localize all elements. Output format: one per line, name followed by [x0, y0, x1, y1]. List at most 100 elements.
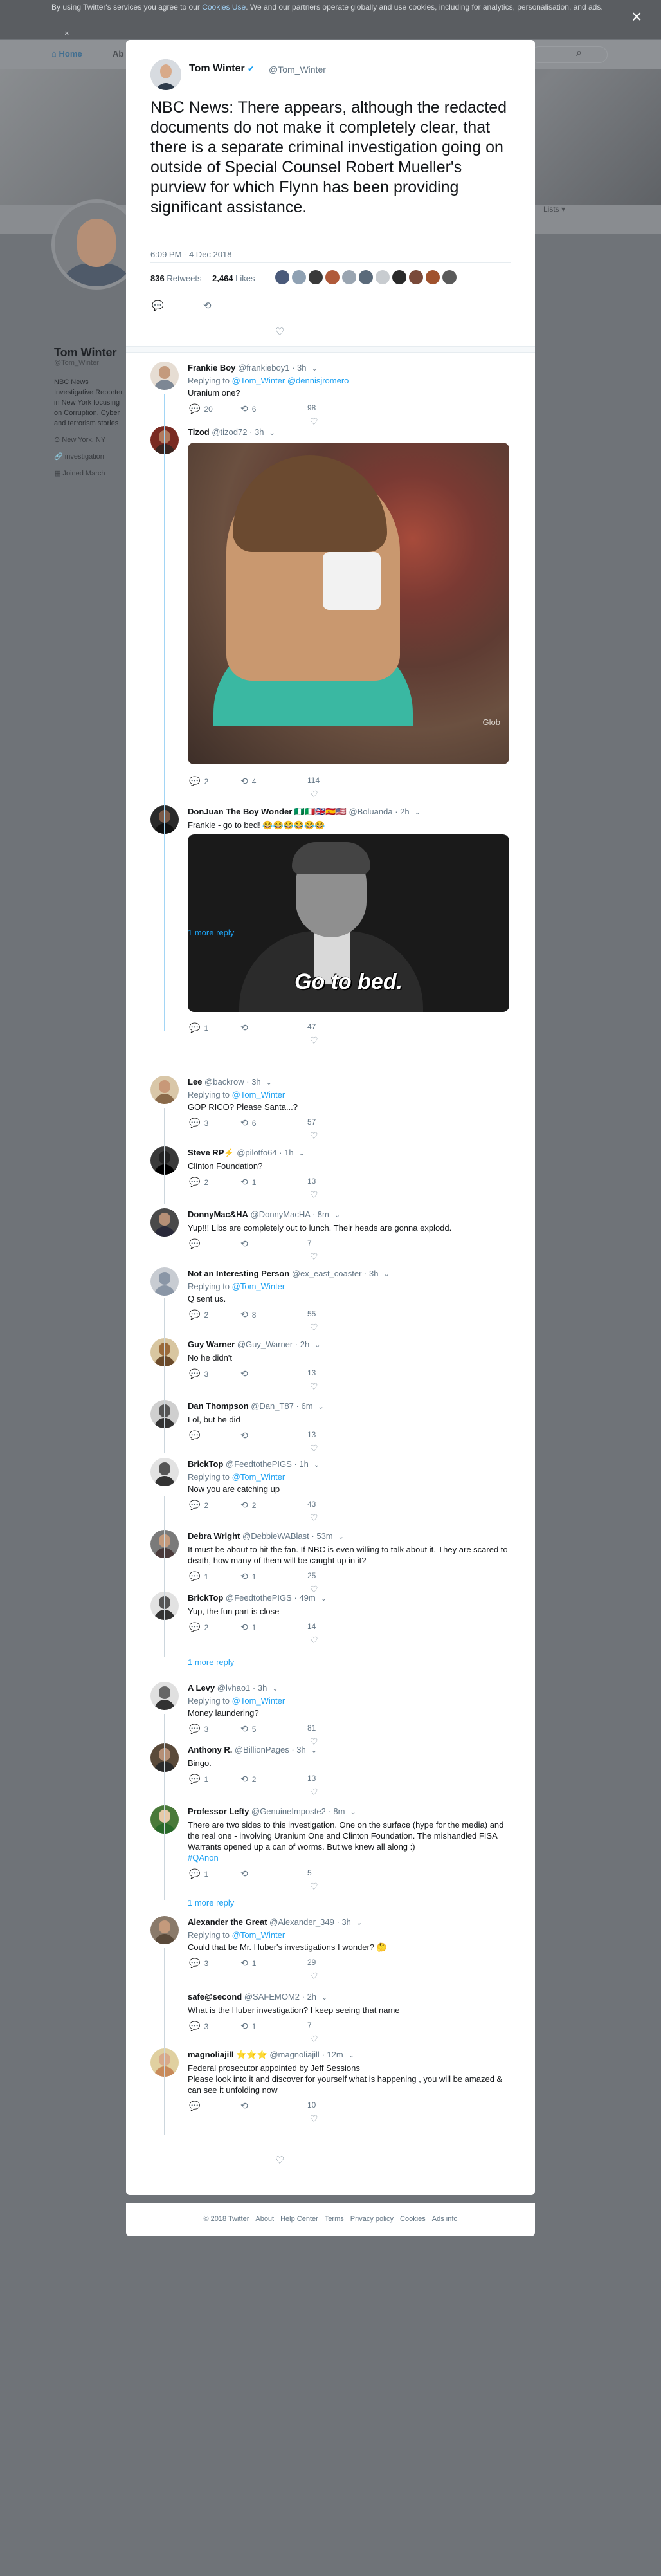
reply-author-name[interactable]: magnoliajill ⭐⭐⭐: [188, 2050, 267, 2059]
like-action[interactable]: 43: [307, 1500, 316, 1509]
liker-avatar[interactable]: [392, 270, 406, 284]
reply-author-handle[interactable]: @GenuineImposte2: [251, 1807, 326, 1816]
tweet-author-avatar[interactable]: [150, 59, 181, 90]
reply-time[interactable]: · 6m: [296, 1401, 313, 1411]
reply-author-name[interactable]: DonnyMac&HA: [188, 1210, 248, 1219]
liker-avatar[interactable]: [342, 270, 356, 284]
reply-time[interactable]: · 2h: [395, 807, 409, 816]
replying-to-link[interactable]: @Tom_Winter: [232, 1696, 285, 1706]
retweet-action[interactable]: ⟲: [240, 1238, 252, 1249]
retweet-action[interactable]: ⟲ 6: [240, 1118, 256, 1128]
reply-avatar[interactable]: [150, 1916, 179, 1944]
like-icon[interactable]: ♡: [310, 1881, 318, 1892]
reply-author-name[interactable]: safe@second: [188, 1992, 242, 2001]
reply-author-name[interactable]: Lee: [188, 1077, 202, 1087]
reply-author-handle[interactable]: @DebbieWABlast: [242, 1531, 309, 1541]
like-action[interactable]: 13: [307, 1368, 316, 1377]
like-icon[interactable]: ♡: [275, 326, 284, 338]
chevron-down-icon[interactable]: ⌄: [338, 1533, 344, 1541]
chevron-down-icon[interactable]: ⌄: [266, 1079, 272, 1087]
footer-link[interactable]: Help Center: [280, 2215, 318, 2223]
like-icon[interactable]: ♡: [310, 789, 318, 800]
replying-to-link[interactable]: @Tom_Winter: [232, 1090, 285, 1099]
reply-action[interactable]: 💬: [189, 1430, 204, 1441]
reply-time[interactable]: · 8m: [328, 1807, 345, 1816]
reply-author-handle[interactable]: @BillionPages: [235, 1745, 289, 1754]
more-replies-link[interactable]: 1 more reply: [188, 1898, 234, 1908]
reply-action[interactable]: 💬 3: [189, 1724, 208, 1734]
modal-close-icon[interactable]: ×: [631, 8, 642, 26]
chevron-down-icon[interactable]: ⌄: [350, 1808, 356, 1816]
like-action[interactable]: 29: [307, 1958, 316, 1967]
reply-author-name[interactable]: Professor Lefty: [188, 1807, 249, 1816]
retweet-action[interactable]: ⟲: [240, 2101, 252, 2111]
like-icon[interactable]: ♡: [310, 1635, 318, 1646]
reply-author-name[interactable]: DonJuan The Boy Wonder 🇳🇬🇮🇹🇬🇧🇪🇸🇺🇸: [188, 807, 347, 816]
like-action[interactable]: 47: [307, 1022, 316, 1031]
like-action[interactable]: 7: [307, 1238, 312, 1247]
reply-action[interactable]: 💬 2: [189, 1177, 208, 1188]
like-count[interactable]: 2,464 Likes: [212, 273, 255, 283]
retweet-action[interactable]: ⟲ 6: [240, 403, 256, 414]
reply-author-name[interactable]: Debra Wright: [188, 1531, 240, 1541]
chevron-down-icon[interactable]: ⌄: [415, 809, 421, 816]
retweet-action[interactable]: ⟲ 4: [240, 776, 256, 787]
like-action[interactable]: 81: [307, 1724, 316, 1733]
reply-avatar[interactable]: [150, 362, 179, 390]
reply-time[interactable]: · 53m: [311, 1531, 332, 1541]
like-action[interactable]: 98: [307, 403, 316, 412]
hashtag-link[interactable]: #QAnon: [188, 1853, 219, 1863]
liker-avatar[interactable]: [409, 270, 423, 284]
reply-action[interactable]: 💬 1: [189, 1022, 208, 1033]
reply-author-name[interactable]: Not an Interesting Person: [188, 1269, 289, 1278]
reply-author-handle[interactable]: @tizod72: [212, 427, 247, 437]
like-icon[interactable]: ♡: [310, 1787, 318, 1798]
liker-avatar[interactable]: [442, 270, 457, 284]
chevron-down-icon[interactable]: ⌄: [349, 2052, 354, 2059]
reply-icon[interactable]: 💬: [152, 300, 164, 311]
reply-time[interactable]: · 49m: [294, 1593, 315, 1603]
reply-action[interactable]: 💬 2: [189, 776, 208, 787]
reply-time[interactable]: · 3h: [291, 1745, 305, 1754]
reply-time[interactable]: · 1h: [294, 1459, 308, 1469]
more-replies-link[interactable]: 1 more reply: [188, 928, 234, 937]
reply-action[interactable]: 💬 1: [189, 1868, 208, 1879]
chevron-down-icon[interactable]: ⌄: [314, 1341, 320, 1349]
chevron-down-icon[interactable]: ⌄: [311, 365, 317, 373]
reply-action[interactable]: 💬 2: [189, 1622, 208, 1633]
reply-author-name[interactable]: Alexander the Great: [188, 1917, 267, 1927]
reply-action[interactable]: 💬 3: [189, 1118, 208, 1128]
like-action[interactable]: 13: [307, 1774, 316, 1783]
retweet-action[interactable]: ⟲ 1: [240, 2021, 256, 2032]
like-icon[interactable]: ♡: [310, 2034, 318, 2045]
replying-to-link[interactable]: @Tom_Winter: [232, 1282, 285, 1291]
reply-author-handle[interactable]: @Alexander_349: [269, 1917, 334, 1927]
reply-action[interactable]: 💬 2: [189, 1309, 208, 1320]
retweet-action[interactable]: ⟲ 2: [240, 1774, 256, 1785]
liker-avatar[interactable]: [426, 270, 440, 284]
retweet-action[interactable]: ⟲: [240, 1430, 252, 1441]
chevron-down-icon[interactable]: ⌄: [383, 1271, 389, 1278]
reply-author-name[interactable]: Steve RP⚡: [188, 1148, 235, 1157]
reply-author-handle[interactable]: @Dan_T87: [251, 1401, 294, 1411]
reply-time[interactable]: · 2h: [295, 1339, 309, 1349]
reply-author-handle[interactable]: @FeedtothePIGS: [226, 1593, 292, 1603]
like-action[interactable]: 14: [307, 1622, 316, 1631]
like-icon[interactable]: ♡: [310, 1443, 318, 1454]
reply-time[interactable]: · 3h: [292, 363, 306, 373]
retweet-action[interactable]: ⟲ 2: [240, 1500, 256, 1511]
reply-action[interactable]: 💬 20: [189, 403, 213, 414]
tweet-author-name[interactable]: Tom Winter ✔: [189, 63, 254, 75]
reply-author-name[interactable]: Guy Warner: [188, 1339, 235, 1349]
reply-author-handle[interactable]: @lvhao1: [217, 1683, 251, 1693]
retweet-action[interactable]: ⟲: [240, 1022, 252, 1033]
chevron-down-icon[interactable]: ⌄: [269, 429, 275, 437]
like-action[interactable]: 55: [307, 1309, 316, 1318]
reply-author-name[interactable]: BrickTop: [188, 1593, 223, 1603]
like-action[interactable]: 57: [307, 1118, 316, 1127]
reply-author-handle[interactable]: @FeedtothePIGS: [226, 1459, 292, 1469]
like-icon[interactable]: ♡: [310, 1130, 318, 1141]
retweet-action[interactable]: ⟲ 5: [240, 1724, 256, 1734]
reply-time[interactable]: · 1h: [279, 1148, 293, 1157]
reply-author-name[interactable]: Dan Thompson: [188, 1401, 249, 1411]
